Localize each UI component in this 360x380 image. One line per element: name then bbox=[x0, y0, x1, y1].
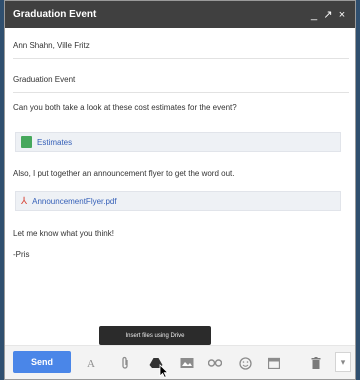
text-format-icon[interactable]: A bbox=[83, 355, 99, 371]
mouse-cursor-icon bbox=[159, 364, 169, 378]
body-line[interactable]: Can you both take a look at these cost e… bbox=[13, 103, 237, 112]
svg-text:A: A bbox=[87, 358, 95, 369]
attachment-estimates[interactable]: Estimates bbox=[15, 132, 341, 152]
trash-icon[interactable] bbox=[308, 355, 324, 371]
compose-title: Graduation Event bbox=[13, 9, 97, 20]
recipients-field[interactable]: Ann Shahn, Ville Fritz bbox=[13, 35, 349, 59]
drive-tooltip: Insert files using Drive bbox=[99, 326, 211, 345]
minimize-icon[interactable]: _ bbox=[307, 8, 321, 22]
popout-icon[interactable]: ↗ bbox=[321, 8, 335, 22]
sheets-icon bbox=[21, 136, 32, 148]
compose-toolbar: Send A ▾ bbox=[5, 345, 355, 379]
more-options-icon[interactable]: ▾ bbox=[335, 352, 351, 372]
attachment-label: AnnouncementFlyer.pdf bbox=[32, 196, 117, 206]
send-button[interactable]: Send bbox=[13, 351, 71, 373]
compose-window: Graduation Event _ ↗ × Ann Shahn, Ville … bbox=[4, 0, 356, 380]
attachment-label: Estimates bbox=[37, 137, 73, 147]
pdf-icon: ⅄ bbox=[21, 195, 28, 207]
calendar-icon[interactable] bbox=[266, 355, 282, 371]
attach-icon[interactable] bbox=[117, 355, 133, 371]
body-line[interactable]: Also, I put together an announcement fly… bbox=[13, 169, 234, 178]
attachment-flyer[interactable]: ⅄ AnnouncementFlyer.pdf bbox=[15, 191, 341, 211]
subject-field[interactable]: Graduation Event bbox=[13, 69, 349, 93]
close-icon[interactable]: × bbox=[335, 8, 349, 22]
compose-title-bar[interactable]: Graduation Event _ ↗ × bbox=[5, 1, 355, 28]
link-icon[interactable] bbox=[207, 355, 223, 371]
emoji-icon[interactable] bbox=[237, 355, 253, 371]
photo-icon[interactable] bbox=[179, 355, 195, 371]
signature[interactable]: -Pris bbox=[13, 250, 29, 259]
body-line[interactable]: Let me know what you think! bbox=[13, 229, 114, 238]
